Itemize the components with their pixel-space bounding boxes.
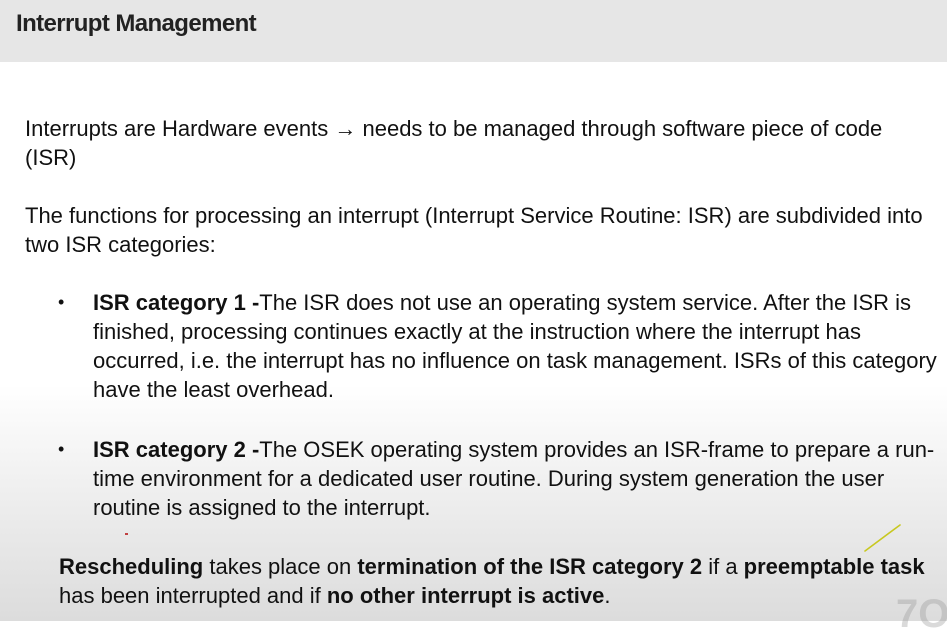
intro-text-1: Interrupts are Hardware events [25, 116, 335, 141]
closing-text-4: . [604, 583, 611, 608]
closing-bold-1: Rescheduling [59, 554, 204, 579]
intro-paragraph: Interrupts are Hardware events → needs t… [25, 114, 935, 172]
closing-text-2: if a [702, 554, 744, 579]
annotation-speck [125, 533, 128, 535]
closing-bold-2: termination of the ISR category 2 [357, 554, 703, 579]
bullet-title: ISR category 2 - [93, 437, 260, 462]
bullet-icon: • [58, 439, 65, 459]
bullet-text: ISR category 1 -The ISR does not use an … [93, 288, 947, 404]
closing-bold-4: no other interrupt is active [326, 583, 605, 608]
bullet-text: ISR category 2 -The OSEK operating syste… [93, 435, 947, 522]
bullet-title: ISR category 1 - [93, 290, 260, 315]
pen-annotation-icon [864, 524, 901, 552]
title-bar: Interrupt Management [0, 0, 947, 62]
slide-title: Interrupt Management [16, 10, 257, 37]
closing-text-1: takes place on [203, 554, 358, 579]
closing-paragraph: Rescheduling takes place on termination … [59, 552, 939, 610]
right-arrow-icon: → [334, 116, 357, 141]
functions-paragraph: The functions for processing an interrup… [25, 203, 923, 257]
bullet-icon: • [58, 292, 65, 312]
closing-bold-3: preemptable task [743, 554, 925, 579]
corner-watermark: 7O [896, 592, 947, 636]
closing-text-3: has been interrupted and if [59, 583, 327, 608]
